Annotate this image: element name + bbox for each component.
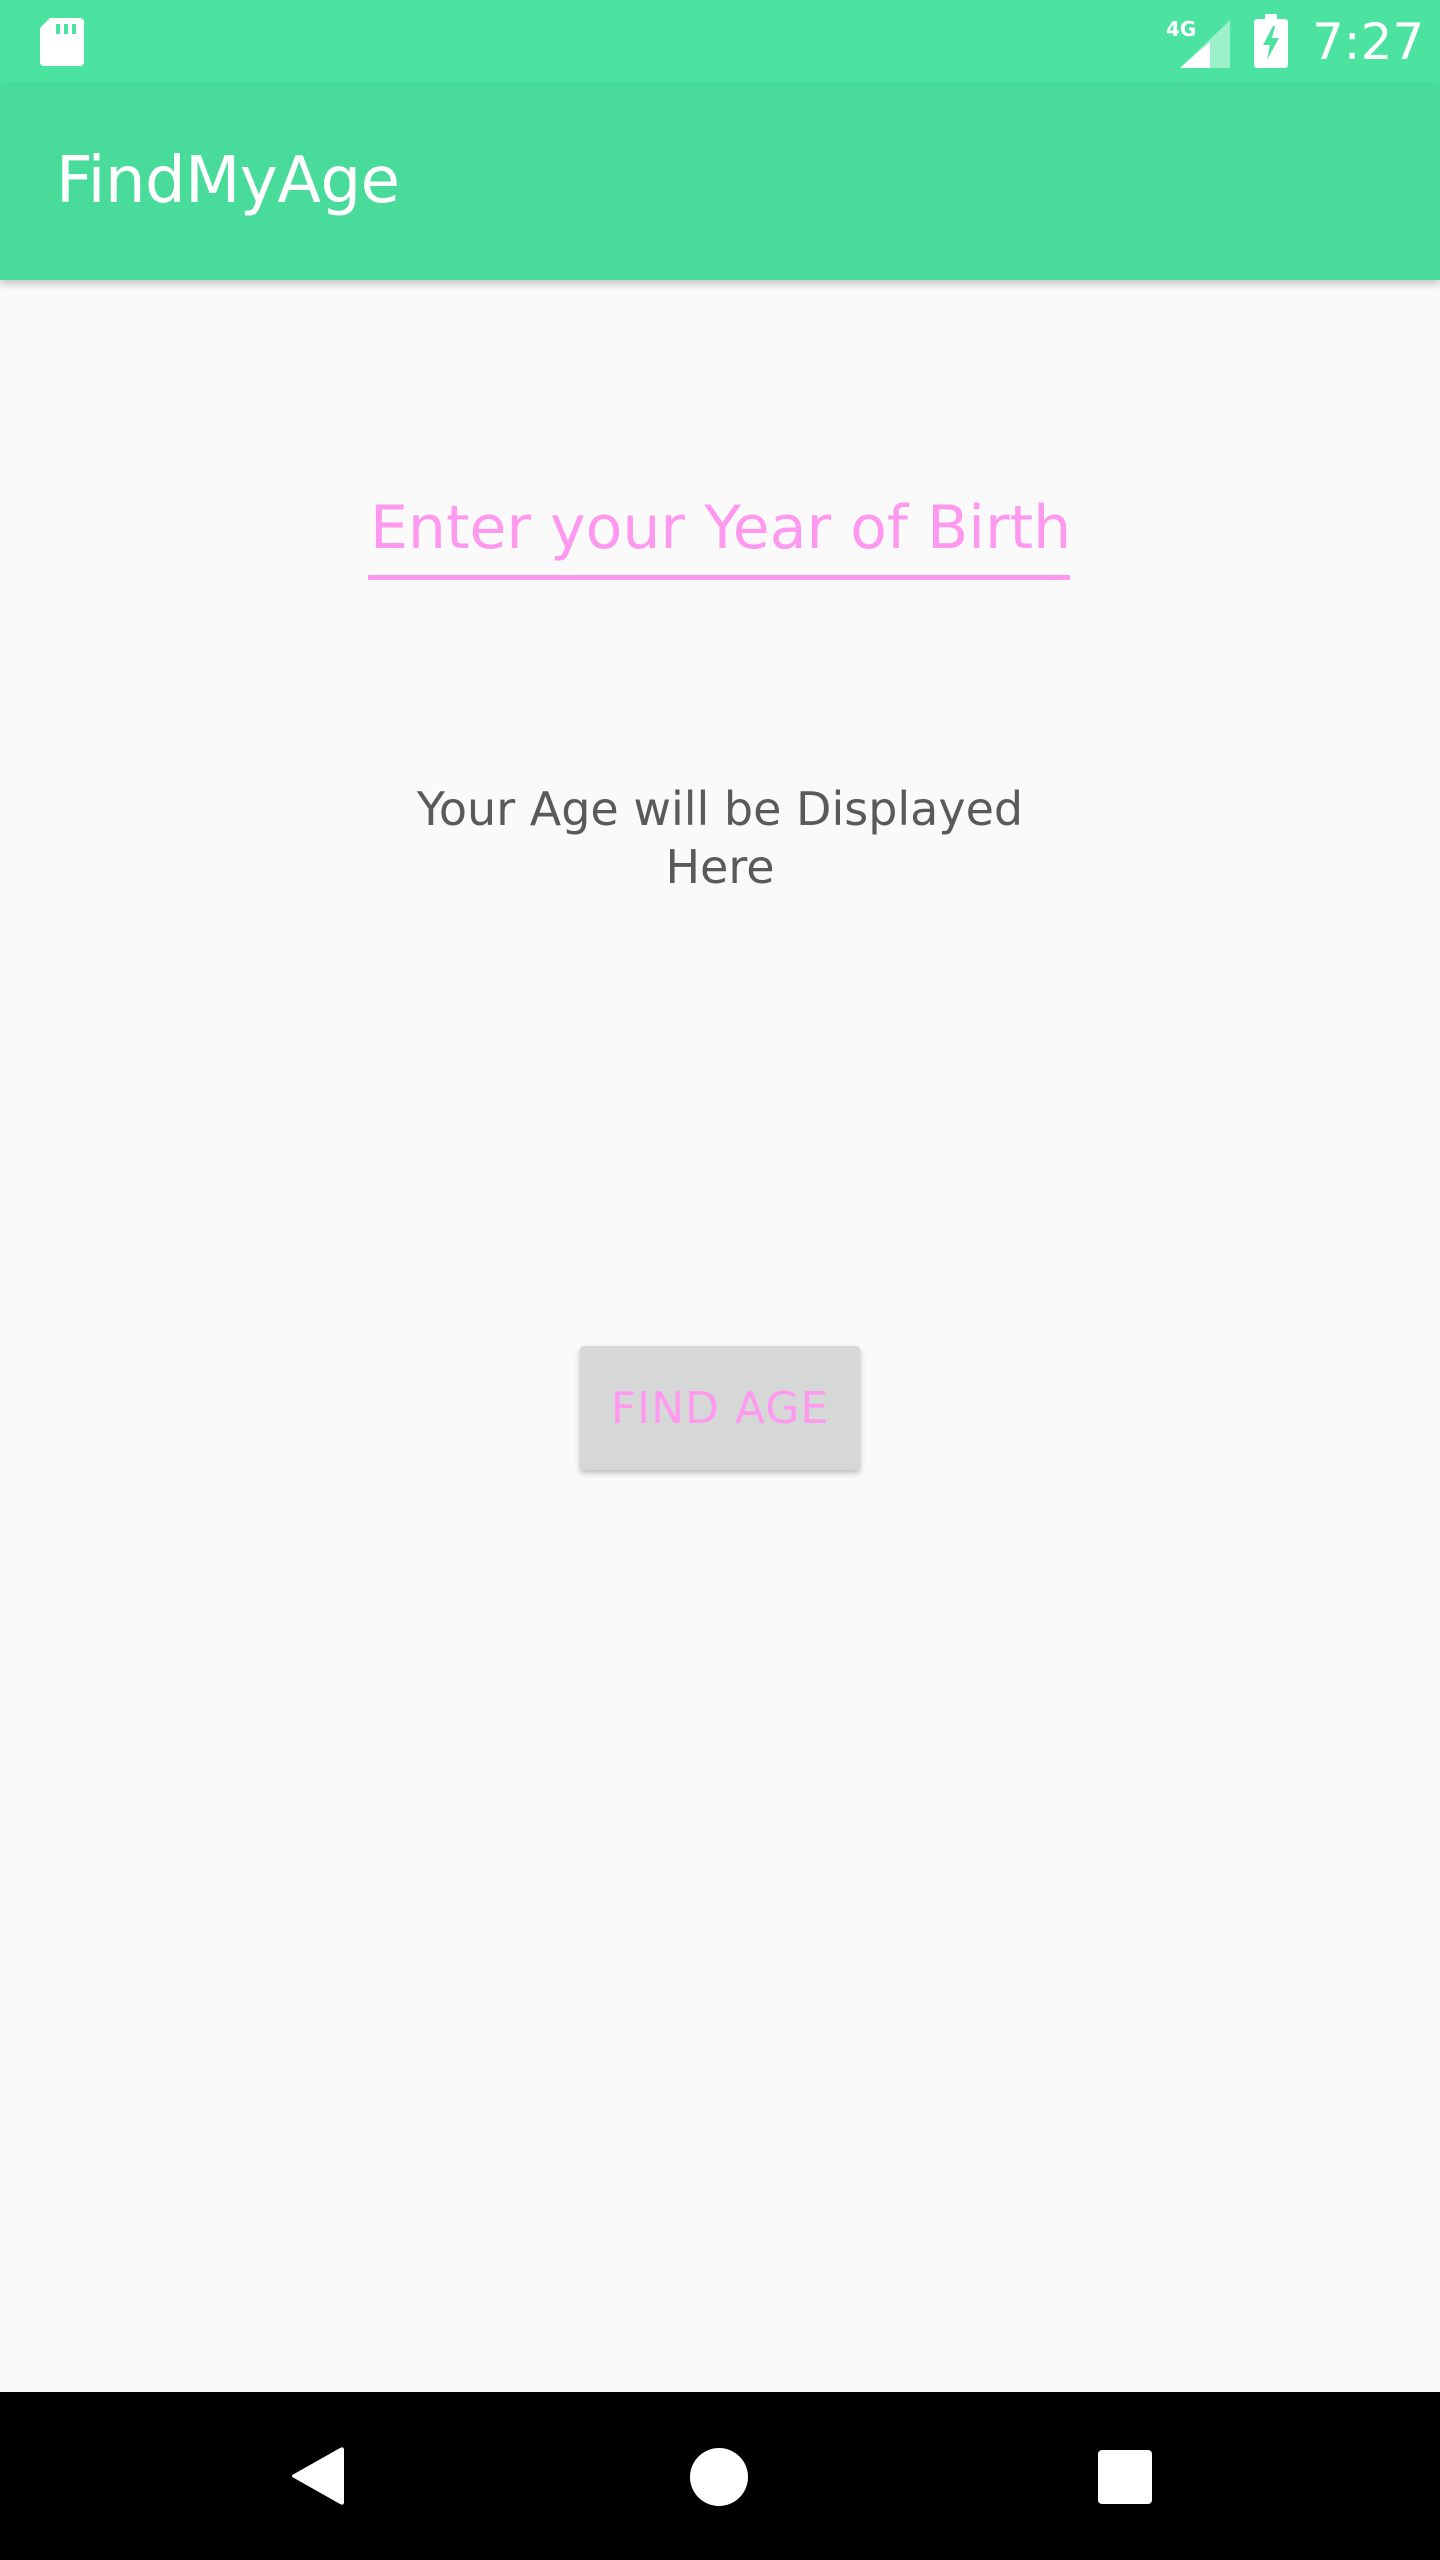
app-bar: FindMyAge xyxy=(0,84,1440,280)
recent-apps-icon[interactable] xyxy=(1098,2450,1152,2504)
status-bar: 4G 7:27 xyxy=(0,0,1440,84)
app-title: FindMyAge xyxy=(56,144,400,218)
home-icon[interactable] xyxy=(690,2448,748,2506)
sd-card-icon xyxy=(40,18,84,66)
main-content: Your Age will be Displayed Here FIND AGE xyxy=(0,280,1440,2392)
back-icon[interactable] xyxy=(288,2444,344,2508)
network-type-label: 4G xyxy=(1166,17,1196,41)
clock: 7:27 xyxy=(1312,13,1425,71)
battery-charging-icon xyxy=(1254,14,1288,68)
find-age-button[interactable]: FIND AGE xyxy=(580,1346,860,1470)
signal-icon: 4G xyxy=(1166,17,1230,68)
year-of-birth-input[interactable] xyxy=(368,480,1070,580)
age-display-text: Your Age will be Displayed Here xyxy=(416,782,1024,894)
navigation-bar xyxy=(0,2392,1440,2560)
